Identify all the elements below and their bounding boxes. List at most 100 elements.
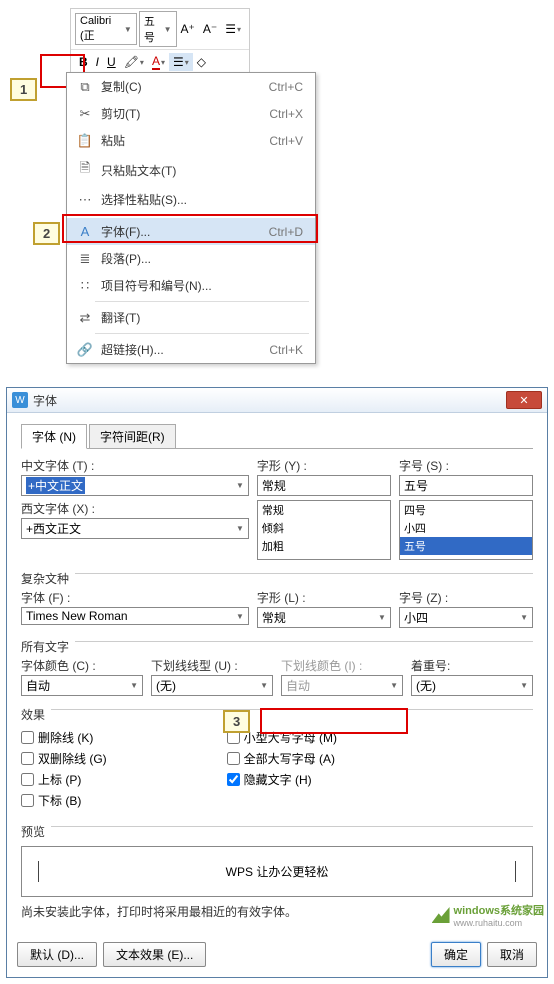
superscript-label: 上标 (P)	[38, 771, 81, 788]
complex-size-combo[interactable]: 小四▼	[399, 607, 533, 628]
chevron-down-icon: ▼	[164, 25, 172, 34]
chevron-down-icon: ▼	[236, 481, 244, 490]
hyperlink-icon: 🔗	[75, 342, 95, 358]
app-icon: W	[12, 392, 28, 408]
menu-translate[interactable]: ⇄ 翻译(T)	[67, 304, 315, 331]
list-item[interactable]: 常规	[258, 501, 390, 519]
callout-marker-1: 1	[10, 78, 37, 101]
paste-text-icon: 🗎	[75, 159, 95, 181]
font-color-combo[interactable]: 自动 ▼	[21, 675, 143, 696]
menu-separator	[95, 333, 309, 334]
list-item[interactable]: 五号	[400, 537, 532, 555]
tab-spacing[interactable]: 字符间距(R)	[89, 424, 176, 449]
chevron-down-icon: ▼	[130, 681, 138, 690]
dialog-title: 字体	[33, 392, 506, 409]
complex-style-combo[interactable]: 常规 ▼	[257, 607, 391, 628]
bullets-icon: ∷	[75, 278, 95, 294]
style-listbox[interactable]: 常规 倾斜 加粗	[257, 500, 391, 560]
default-button[interactable]: 默认 (D)...	[17, 942, 97, 967]
menu-paste-special[interactable]: ⋯ 选择性粘贴(S)...	[67, 186, 315, 213]
menu-hyperlink-shortcut: Ctrl+K	[269, 343, 303, 357]
list-item[interactable]: 倾斜	[258, 519, 390, 537]
style-combo[interactable]: 常规	[257, 475, 391, 496]
font-color-button[interactable]: A▾	[148, 52, 169, 72]
font-color-label: 字体颜色 (C) :	[21, 657, 143, 674]
list-item[interactable]: 小四	[400, 519, 532, 537]
cn-font-label: 中文字体 (T) :	[21, 457, 249, 474]
chevron-down-icon: ▼	[236, 524, 244, 533]
superscript-checkbox[interactable]: 上标 (P)	[21, 771, 107, 788]
cancel-button[interactable]: 取消	[487, 942, 537, 967]
menu-bullets[interactable]: ∷ 项目符号和编号(N)...	[67, 272, 315, 299]
increase-font-button[interactable]: A⁺	[177, 20, 199, 38]
font-size-combo[interactable]: 五号▼	[139, 11, 177, 47]
font-color-value: 自动	[26, 677, 50, 694]
font-name-value: Calibri (正	[80, 15, 123, 43]
complex-font-combo[interactable]: Times New Roman▼	[21, 607, 249, 625]
menu-separator	[95, 301, 309, 302]
size-value: 五号	[404, 477, 428, 494]
complex-style-label: 字形 (L) :	[257, 589, 391, 606]
list-item[interactable]: 加粗	[258, 537, 390, 555]
cn-font-value: +中文正文	[26, 477, 85, 494]
chevron-down-icon: ▼	[520, 681, 528, 690]
hidden-label: 隐藏文字 (H)	[244, 771, 312, 788]
watermark: windows系统家园 www.ruhaitu.com	[432, 902, 544, 928]
underline-style-label: 下划线线型 (U) :	[151, 657, 273, 674]
line-spacing-button[interactable]: ☰▾	[221, 20, 245, 38]
decrease-font-button[interactable]: A⁻	[199, 20, 221, 38]
strike-checkbox[interactable]: 删除线 (K)	[21, 729, 107, 746]
align-button[interactable]: ☰▾	[169, 53, 193, 71]
menu-paste[interactable]: 📋 粘贴 Ctrl+V	[67, 127, 315, 154]
font-dialog: W 字体 ✕ 字体 (N) 字符间距(R) 中文字体 (T) : +中文正文▼ …	[6, 387, 548, 978]
menu-hyperlink[interactable]: 🔗 超链接(H)... Ctrl+K	[67, 336, 315, 363]
menu-cut[interactable]: ✂ 剪切(T) Ctrl+X	[67, 100, 315, 127]
close-button[interactable]: ✕	[506, 391, 542, 409]
allcaps-label: 全部大写字母 (A)	[244, 750, 335, 767]
underline-style-combo[interactable]: (无)▼	[151, 675, 273, 696]
menu-hyperlink-label: 超链接(H)...	[101, 341, 269, 358]
emphasis-combo[interactable]: (无)▼	[411, 675, 533, 696]
callout-marker-3: 3	[223, 710, 250, 733]
hidden-checkbox[interactable]: 隐藏文字 (H)	[227, 771, 337, 788]
emphasis-label: 着重号:	[411, 657, 533, 674]
subscript-checkbox[interactable]: 下标 (B)	[21, 792, 107, 809]
list-item[interactable]: 四号	[400, 501, 532, 519]
size-combo[interactable]: 五号	[399, 475, 533, 496]
subscript-label: 下标 (B)	[38, 792, 81, 809]
all-text-label: 所有文字	[21, 638, 69, 655]
callout-marker-2: 2	[33, 222, 60, 245]
preview-box: WPS 让办公更轻松	[21, 846, 533, 897]
highlight-button[interactable]: 🖍▾	[120, 53, 148, 71]
chevron-down-icon: ▼	[236, 612, 244, 621]
font-name-combo[interactable]: Calibri (正▼	[75, 13, 137, 45]
menu-paste-text[interactable]: 🗎 只粘贴文本(T)	[67, 154, 315, 186]
cut-icon: ✂	[75, 106, 95, 122]
menu-paste-text-label: 只粘贴文本(T)	[101, 162, 307, 179]
menu-bullets-label: 项目符号和编号(N)...	[101, 277, 307, 294]
complex-size-value: 小四	[404, 609, 428, 626]
chevron-down-icon: ▼	[378, 613, 386, 622]
ok-button[interactable]: 确定	[431, 942, 481, 967]
menu-paste-shortcut: Ctrl+V	[269, 134, 303, 148]
underline-button[interactable]: U	[103, 53, 120, 71]
style-label: 字形 (Y) :	[257, 457, 391, 474]
size-listbox[interactable]: 四号 小四 五号	[399, 500, 533, 560]
double-strike-checkbox[interactable]: 双删除线 (G)	[21, 750, 107, 767]
tab-font[interactable]: 字体 (N)	[21, 424, 87, 449]
menu-copy-label: 复制(C)	[101, 78, 269, 95]
callout-box-3	[260, 708, 408, 734]
en-font-combo[interactable]: +西文正文▼	[21, 518, 249, 539]
translate-icon: ⇄	[75, 310, 95, 326]
callout-box-2	[62, 214, 318, 243]
cn-font-combo[interactable]: +中文正文 ▼	[21, 475, 249, 496]
eraser-button[interactable]: ◇	[193, 53, 210, 71]
menu-copy[interactable]: ⧉ 复制(C) Ctrl+C	[67, 73, 315, 100]
allcaps-checkbox[interactable]: 全部大写字母 (A)	[227, 750, 337, 767]
chevron-down-icon: ▼	[390, 681, 398, 690]
menu-paragraph[interactable]: ≣ 段落(P)...	[67, 245, 315, 272]
text-effects-button[interactable]: 文本效果 (E)...	[103, 942, 206, 967]
effects-label: 效果	[21, 706, 45, 723]
complex-style-value: 常规	[262, 609, 286, 626]
italic-button[interactable]: I	[92, 53, 103, 71]
